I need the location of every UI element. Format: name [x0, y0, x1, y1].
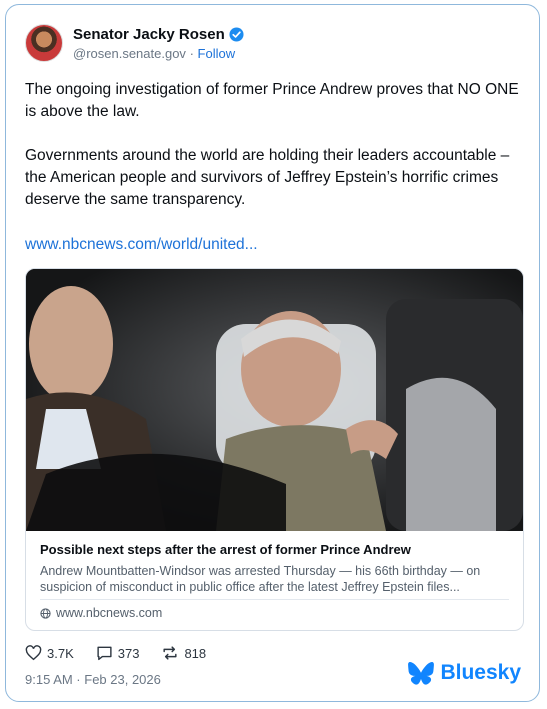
post-paragraph: The ongoing investigation of former Prin… — [25, 81, 519, 120]
post-paragraph: Governments around the world are holding… — [25, 147, 510, 208]
verified-badge-icon — [229, 26, 244, 42]
post-header: Senator Jacky Rosen @rosen.senate.gov · … — [25, 23, 244, 63]
post-body: The ongoing investigation of former Prin… — [25, 79, 520, 233]
preview-divider — [40, 599, 509, 600]
author-info: Senator Jacky Rosen @rosen.senate.gov · … — [73, 26, 244, 61]
handle-separator: · — [189, 45, 194, 61]
preview-domain-text: www.nbcnews.com — [56, 606, 163, 620]
bluesky-brand[interactable]: Bluesky — [408, 661, 521, 685]
reply-button[interactable]: 373 — [96, 645, 140, 661]
author-avatar[interactable] — [25, 24, 63, 62]
globe-icon — [40, 607, 51, 619]
brand-name: Bluesky — [440, 661, 521, 684]
author-handle[interactable]: @rosen.senate.gov — [73, 46, 186, 61]
post-link[interactable]: www.nbcnews.com/world/united... — [25, 236, 258, 254]
preview-image — [26, 269, 523, 531]
butterfly-logo-icon — [408, 661, 435, 685]
author-name[interactable]: Senator Jacky Rosen — [73, 26, 225, 43]
preview-description: Andrew Mountbatten-Windsor was arrested … — [40, 564, 481, 594]
preview-title: Possible next steps after the arrest of … — [40, 542, 411, 557]
post-timestamp[interactable]: 9:15 AM · Feb 23, 2026 — [25, 672, 161, 687]
reply-icon — [97, 646, 112, 661]
post-actions: 3.7K 373 818 — [25, 645, 206, 661]
post-card: Senator Jacky Rosen @rosen.senate.gov · … — [5, 4, 540, 702]
heart-icon — [25, 645, 42, 661]
repost-button[interactable]: 818 — [161, 645, 206, 661]
follow-button[interactable]: Follow — [198, 46, 236, 61]
repost-count: 818 — [184, 645, 207, 661]
repost-icon — [163, 646, 177, 660]
preview-domain: www.nbcnews.com — [40, 606, 162, 620]
like-count: 3.7K — [47, 645, 74, 661]
link-preview-card[interactable]: Possible next steps after the arrest of … — [25, 268, 524, 631]
reply-count: 373 — [117, 645, 140, 661]
like-button[interactable]: 3.7K — [25, 645, 74, 661]
